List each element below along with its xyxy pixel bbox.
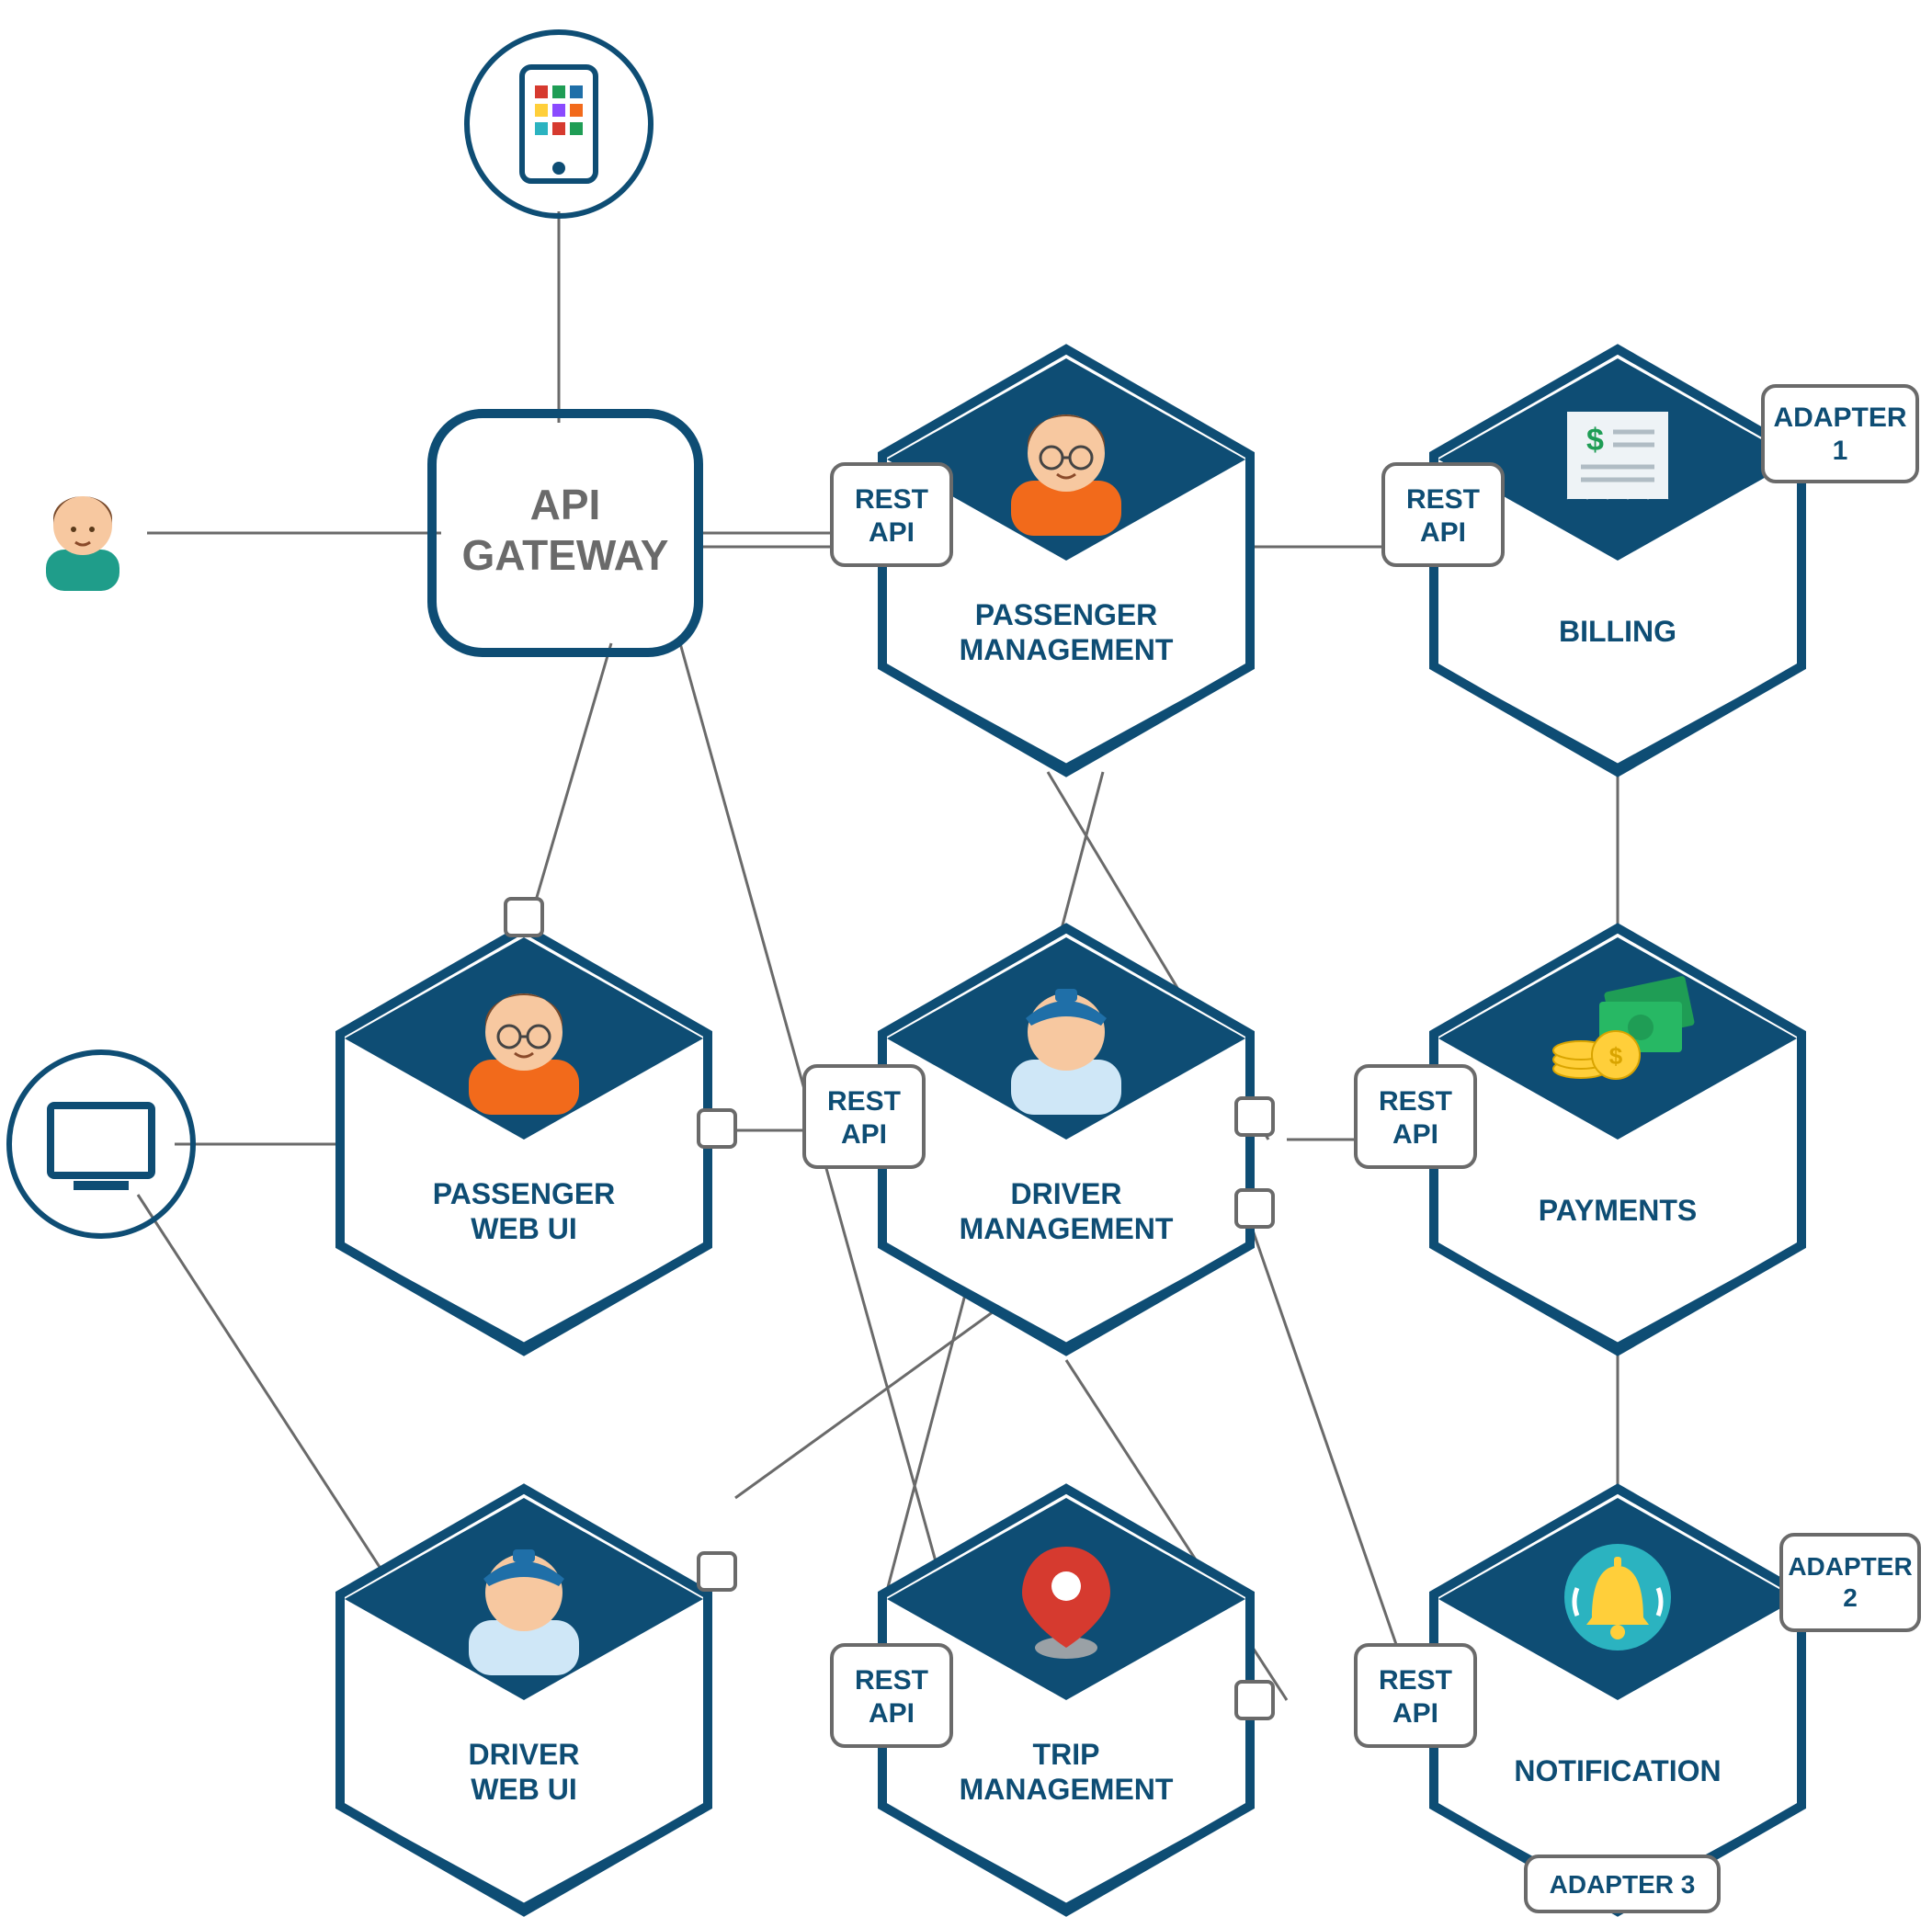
rest-api-badge-billing bbox=[1383, 464, 1503, 565]
svg-text:ADAPTER: ADAPTER bbox=[1773, 403, 1906, 433]
client-user bbox=[46, 496, 119, 591]
service-notification: NOTIFICATION bbox=[1434, 1489, 1801, 1911]
service-driver-web-ui: DRIVER WEB UI bbox=[340, 1489, 708, 1911]
adapter-2-badge: ADAPTER 2 bbox=[1781, 1535, 1919, 1630]
svg-text:WEB UI: WEB UI bbox=[471, 1773, 577, 1806]
svg-text:MANAGEMENT: MANAGEMENT bbox=[960, 1773, 1174, 1806]
service-driver-management: DRIVER MANAGEMENT bbox=[882, 928, 1250, 1351]
adapter-3-badge: ADAPTER 3 bbox=[1526, 1856, 1719, 1911]
api-gateway-label-2: GATEWAY bbox=[462, 531, 669, 579]
port bbox=[1236, 1190, 1273, 1227]
svg-text:WEB UI: WEB UI bbox=[471, 1212, 577, 1245]
service-passenger-web-ui: PASSENGER WEB UI bbox=[340, 928, 708, 1351]
client-phone bbox=[467, 32, 651, 216]
svg-text:ADAPTER 3: ADAPTER 3 bbox=[1550, 1870, 1696, 1899]
api-gateway-label-1: API bbox=[530, 481, 601, 528]
port bbox=[1236, 1098, 1273, 1135]
svg-text:NOTIFICATION: NOTIFICATION bbox=[1514, 1754, 1721, 1787]
phone-icon bbox=[522, 67, 596, 181]
port bbox=[506, 899, 542, 936]
svg-text:DRIVER: DRIVER bbox=[469, 1738, 580, 1771]
adapter-1-badge: ADAPTER 1 bbox=[1763, 386, 1917, 482]
rest-api-badge-payments bbox=[1356, 1066, 1475, 1167]
svg-text:MANAGEMENT: MANAGEMENT bbox=[960, 1212, 1174, 1245]
receipt-icon bbox=[1567, 412, 1668, 499]
wires bbox=[138, 211, 1618, 1718]
svg-text:PAYMENTS: PAYMENTS bbox=[1539, 1194, 1697, 1227]
bell-icon bbox=[1564, 1544, 1671, 1650]
svg-text:1: 1 bbox=[1833, 436, 1848, 466]
client-monitor bbox=[9, 1052, 193, 1236]
rest-api-badge-passenger-mgmt bbox=[832, 464, 951, 565]
rest-api-badge-notification bbox=[1356, 1645, 1475, 1746]
service-payments: PAYMENTS bbox=[1434, 928, 1801, 1351]
rest-api-badge-driver-mgmt bbox=[804, 1066, 924, 1167]
api-gateway-node: API GATEWAY bbox=[432, 414, 699, 652]
svg-text:ADAPTER: ADAPTER bbox=[1788, 1552, 1912, 1581]
svg-text:MANAGEMENT: MANAGEMENT bbox=[960, 633, 1174, 666]
port bbox=[699, 1553, 735, 1590]
user-icon bbox=[46, 496, 119, 591]
svg-text:2: 2 bbox=[1843, 1583, 1858, 1612]
monitor-icon bbox=[51, 1106, 152, 1190]
port bbox=[699, 1110, 735, 1147]
svg-text:DRIVER: DRIVER bbox=[1011, 1177, 1122, 1210]
svg-text:BILLING: BILLING bbox=[1559, 615, 1676, 648]
svg-text:PASSENGER: PASSENGER bbox=[975, 598, 1158, 631]
port bbox=[1236, 1682, 1273, 1718]
rest-api-badge-trip bbox=[832, 1645, 951, 1746]
svg-text:TRIP: TRIP bbox=[1033, 1738, 1100, 1771]
svg-text:PASSENGER: PASSENGER bbox=[433, 1177, 616, 1210]
